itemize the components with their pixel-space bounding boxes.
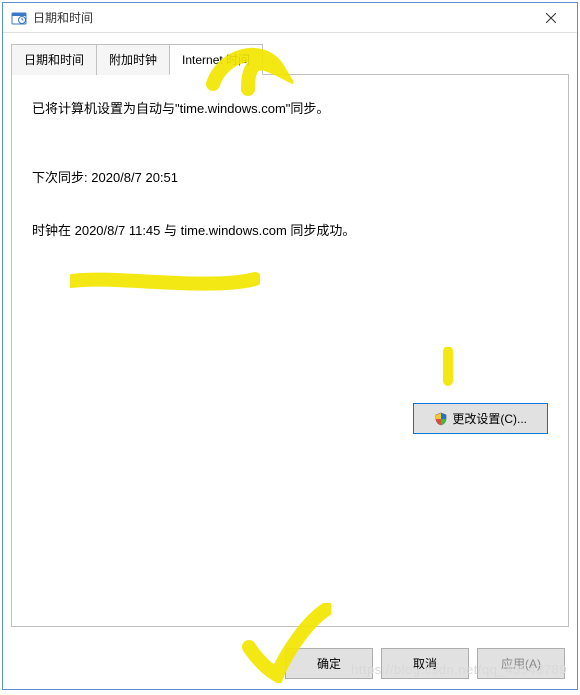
last-sync-text: 时钟在 2020/8/7 11:45 与 time.windows.com 同步…	[32, 221, 548, 242]
cancel-label: 取消	[413, 655, 437, 672]
tab-strip: 日期和时间 附加时钟 Internet 时间	[11, 43, 569, 75]
tab-internet-time[interactable]: Internet 时间	[169, 44, 263, 75]
datetime-icon	[11, 10, 27, 26]
next-sync-label: 下次同步:	[32, 170, 88, 185]
apply-label: 应用(A)	[501, 655, 541, 672]
dialog-footer: 确定 取消 应用(A)	[285, 648, 565, 679]
next-sync-value: 2020/8/7 20:51	[91, 170, 178, 185]
ok-button[interactable]: 确定	[285, 648, 373, 679]
apply-button[interactable]: 应用(A)	[477, 648, 565, 679]
dialog-window: 日期和时间 日期和时间 附加时钟 Internet 时间 已将计算机设置为自动与…	[2, 2, 578, 690]
tab-additional-clocks[interactable]: 附加时钟	[96, 44, 170, 75]
content-area: 日期和时间 附加时钟 Internet 时间 已将计算机设置为自动与"time.…	[3, 33, 577, 689]
close-button[interactable]	[529, 4, 573, 32]
tab-label: 附加时钟	[109, 53, 157, 67]
change-settings-button[interactable]: 更改设置(C)...	[413, 403, 548, 434]
titlebar: 日期和时间	[3, 3, 577, 33]
ok-label: 确定	[317, 655, 341, 672]
close-icon	[546, 10, 556, 26]
tab-label: Internet 时间	[182, 53, 250, 67]
next-sync-row: 下次同步: 2020/8/7 20:51	[32, 168, 548, 189]
tab-date-time[interactable]: 日期和时间	[11, 44, 97, 75]
internet-time-panel: 已将计算机设置为自动与"time.windows.com"同步。 下次同步: 2…	[11, 75, 569, 627]
window-title: 日期和时间	[33, 9, 529, 26]
cancel-button[interactable]: 取消	[381, 648, 469, 679]
sync-status-text: 已将计算机设置为自动与"time.windows.com"同步。	[32, 99, 548, 120]
change-settings-label: 更改设置(C)...	[452, 410, 527, 427]
tab-label: 日期和时间	[24, 53, 84, 67]
change-settings-row: 更改设置(C)...	[413, 403, 548, 434]
shield-icon	[434, 412, 448, 426]
